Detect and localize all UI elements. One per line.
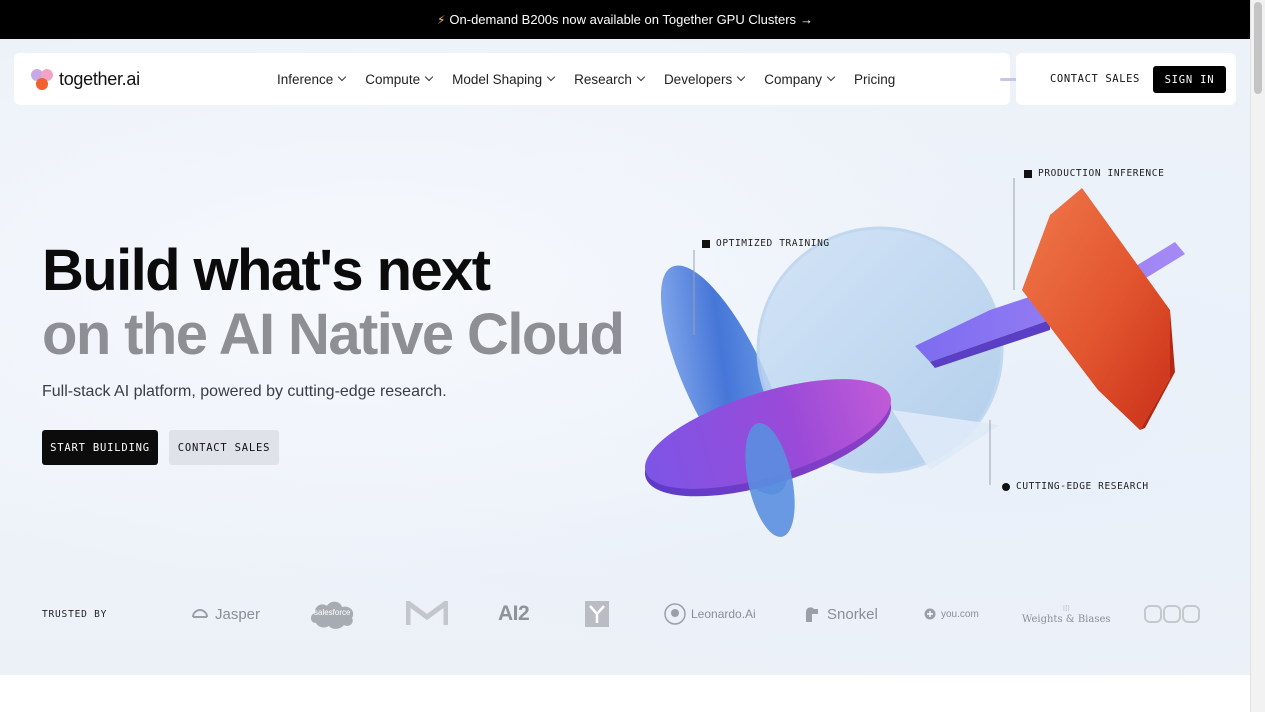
nav-item-company[interactable]: Company — [764, 71, 836, 87]
hero-illustration: PRODUCTION INFERENCE OPTIMIZED TRAINING … — [630, 150, 1250, 550]
customer-logos: Jasper salesforce AI2 Leonardo.Ai Snorke… — [180, 594, 1230, 634]
chevron-down-icon — [546, 72, 556, 82]
weights-biases-logo: ⁝⁞⁝ Weights & Biases — [1022, 603, 1111, 625]
square-marker-icon — [702, 239, 710, 248]
auth-panel: CONTACT SALES SIGN IN — [1016, 53, 1236, 105]
logo-mark-icon — [31, 67, 55, 91]
chevron-down-icon — [338, 72, 347, 82]
snorkel-icon — [806, 607, 818, 622]
nav-item-label: Pricing — [854, 71, 896, 87]
trusted-by-label: TRUSTED BY — [42, 609, 108, 620]
announcement-bar[interactable]: ⚡ On-demand B200s now available on Toget… — [0, 0, 1250, 39]
hero-headline-line1: Build what's next — [42, 238, 491, 303]
nav-item-label: Inference — [277, 71, 334, 87]
snorkel-logo: Snorkel — [802, 594, 878, 634]
main-nav: together.ai Inference Compute Model Shap… — [14, 53, 1010, 105]
hero-headline-line2: on the AI Native Cloud — [42, 302, 625, 367]
nav-item-developers[interactable]: Developers — [663, 71, 746, 87]
page-scrollbar[interactable] — [1250, 0, 1265, 712]
start-building-button[interactable]: START BUILDING — [42, 430, 158, 465]
hero-contact-sales-button[interactable]: CONTACT SALES — [169, 430, 279, 465]
nav-item-label: Company — [764, 71, 823, 87]
ai2-logo: AI2 — [498, 602, 530, 625]
nav-item-label: Compute — [365, 71, 421, 87]
nav-item-label: Research — [574, 71, 632, 87]
chevron-down-icon — [736, 72, 746, 82]
leonardo-icon — [664, 603, 686, 625]
nav-menu: Inference Compute Model Shaping Research… — [277, 53, 915, 105]
logo[interactable]: together.ai — [31, 67, 140, 91]
m-icon — [406, 601, 448, 625]
y-icon — [585, 601, 609, 627]
jasper-logo: Jasper — [190, 594, 260, 634]
logo-text: together.ai — [59, 68, 140, 89]
callout-optimized-training: OPTIMIZED TRAINING — [702, 238, 830, 249]
y-logo — [585, 594, 609, 634]
chevron-down-icon — [826, 72, 836, 82]
callout-production-inference: PRODUCTION INFERENCE — [1024, 168, 1164, 179]
chevron-down-icon — [636, 72, 646, 82]
m-logo — [406, 594, 448, 634]
sign-in-button[interactable]: SIGN IN — [1153, 66, 1226, 93]
weights-biases-dots-icon: ⁝⁞⁝ — [1062, 603, 1070, 613]
jasper-icon — [192, 609, 208, 618]
callout-cutting-edge-research: CUTTING-EDGE RESEARCH — [1002, 481, 1149, 492]
nav-item-research[interactable]: Research — [574, 71, 646, 87]
callout-label: OPTIMIZED TRAINING — [716, 238, 830, 249]
ooo-icon — [1144, 605, 1200, 623]
scrollbar-thumb[interactable] — [1254, 2, 1262, 94]
abstract-shapes-graphic — [644, 178, 1185, 537]
nav-item-inference[interactable]: Inference — [277, 71, 347, 87]
salesforce-logo: salesforce — [308, 594, 358, 634]
nav-item-label: Model Shaping — [452, 71, 543, 87]
nav-item-label: Developers — [663, 71, 733, 87]
square-marker-icon — [1024, 169, 1032, 178]
leonardo-logo: Leonardo.Ai — [664, 594, 756, 634]
nav-item-model-shaping[interactable]: Model Shaping — [452, 71, 556, 87]
arrow-right-icon: → — [800, 12, 814, 27]
hero-subtitle: Full-stack AI platform, powered by cutti… — [42, 383, 447, 400]
chevron-down-icon — [424, 72, 434, 82]
next-section — [0, 675, 1250, 712]
you-com-logo: you.com — [924, 594, 979, 634]
ooo-logo — [1144, 594, 1202, 634]
plus-circle-icon — [924, 608, 936, 620]
contact-sales-button[interactable]: CONTACT SALES — [1042, 66, 1148, 92]
callout-label: PRODUCTION INFERENCE — [1038, 168, 1165, 179]
announcement-text[interactable]: On-demand B200s now available on Togethe… — [449, 12, 796, 27]
lightning-icon: ⚡ — [436, 12, 446, 27]
nav-item-pricing[interactable]: Pricing — [854, 72, 895, 87]
callout-label: CUTTING-EDGE RESEARCH — [1016, 481, 1149, 492]
circle-marker-icon — [1002, 482, 1010, 491]
nav-item-compute[interactable]: Compute — [365, 71, 434, 87]
